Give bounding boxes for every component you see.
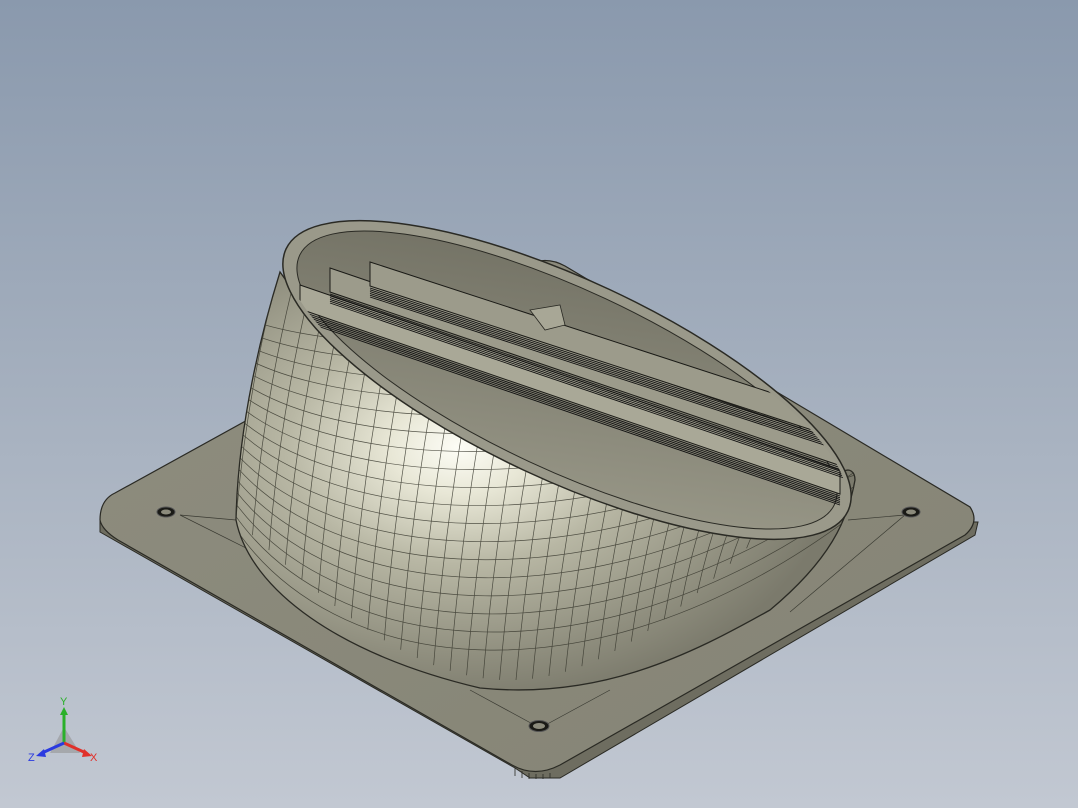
x-axis-label: X	[90, 752, 98, 764]
orientation-triad[interactable]: Y X Z	[28, 695, 108, 775]
cad-model[interactable]	[0, 0, 1078, 808]
y-axis-label: Y	[60, 696, 68, 708]
3d-viewport[interactable]: Y X Z	[0, 0, 1078, 808]
z-axis-label: Z	[28, 752, 35, 764]
